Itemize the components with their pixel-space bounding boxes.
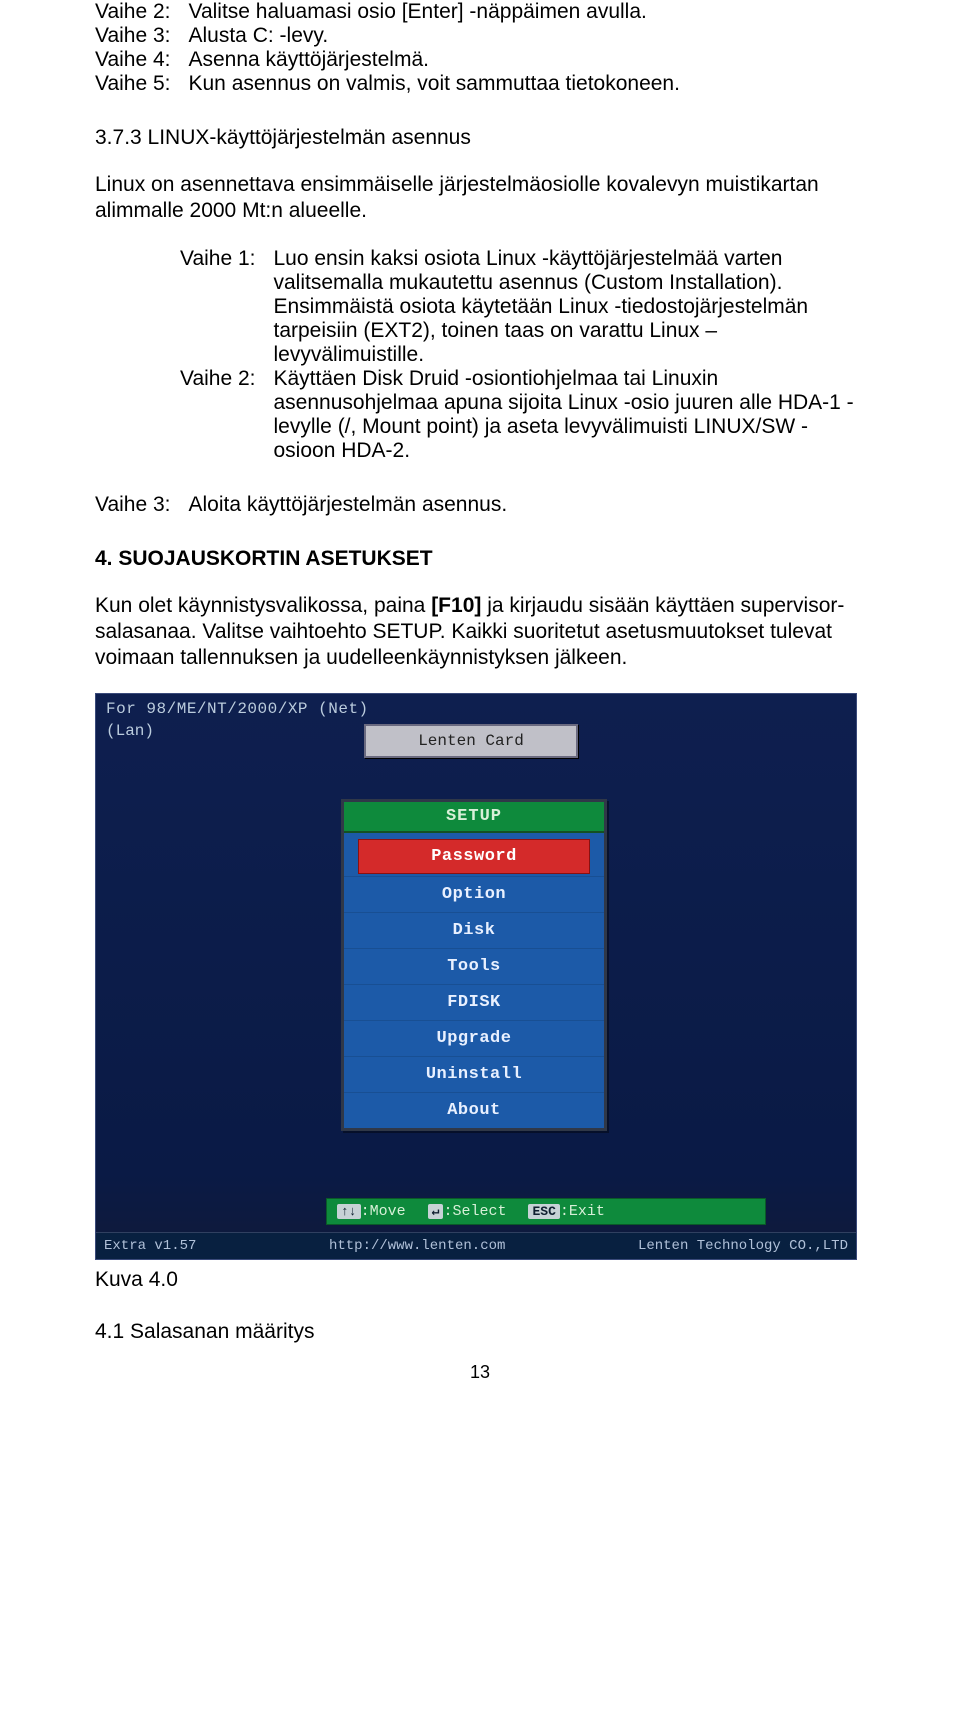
menu-item-fdisk[interactable]: FDISK (344, 984, 604, 1020)
intro-373: Linux on asennettava ensimmäiselle järje… (95, 172, 865, 225)
arrow-keys-icon: ↑↓ (337, 1204, 361, 1219)
setup-header: SETUP (344, 802, 604, 833)
bottom-bar: Extra v1.57 http://www.lenten.com Lenten… (96, 1232, 856, 1259)
step-text: Käyttäen Disk Druid -osiontiohjelmaa tai… (274, 367, 866, 463)
outer-step3: Vaihe 3: Aloita käyttöjärjestelmän asenn… (95, 493, 507, 517)
heading-41: 4.1 Salasanan määritys (95, 1320, 865, 1344)
help-select: ↵:Select (428, 1203, 507, 1220)
step-text: Luo ensin kaksi osiota Linux -käyttöjärj… (274, 247, 866, 367)
para-4: Kun olet käynnistysvalikossa, paina [F10… (95, 593, 865, 672)
menu-item-uninstall[interactable]: Uninstall (344, 1056, 604, 1092)
company-text: Lenten Technology CO.,LTD (638, 1238, 848, 1254)
help-exit: ESC:Exit (528, 1203, 604, 1220)
menu-item-disk[interactable]: Disk (344, 912, 604, 948)
step-text: Aloita käyttöjärjestelmän asennus. (189, 493, 508, 517)
version-text: Extra v1.57 (104, 1238, 196, 1254)
nested-steps: Vaihe 1: Luo ensin kaksi osiota Linux -k… (180, 247, 865, 463)
crt-topline: For 98/ME/NT/2000/XP (Net) (106, 700, 369, 718)
titlebar: Lenten Card (364, 724, 578, 758)
step-label: Vaihe 2: (95, 0, 189, 24)
bios-screenshot: For 98/ME/NT/2000/XP (Net) (Lan) Lenten … (95, 693, 857, 1260)
step-label: Vaihe 3: (95, 24, 189, 48)
para4-key: [F10] (431, 594, 481, 617)
esc-key-icon: ESC (528, 1204, 559, 1219)
page-number: 13 (95, 1362, 865, 1383)
setup-window: SETUP Password Option Disk Tools FDISK U… (341, 799, 607, 1131)
menu-item-upgrade[interactable]: Upgrade (344, 1020, 604, 1056)
top-steps: Vaihe 2: Valitse haluamasi osio [Enter] … (95, 0, 680, 96)
crt-lan: (Lan) (106, 722, 154, 740)
step-label: Vaihe 2: (180, 367, 274, 463)
step-label: Vaihe 5: (95, 72, 189, 96)
menu-item-about[interactable]: About (344, 1092, 604, 1128)
section-373-heading: 3.7.3 LINUX-käyttöjärjestelmän asennus (95, 126, 865, 150)
menu-item-tools[interactable]: Tools (344, 948, 604, 984)
menu-item-password[interactable]: Password (358, 839, 590, 874)
menu-item-option[interactable]: Option (344, 876, 604, 912)
step-label: Vaihe 1: (180, 247, 274, 367)
step-label: Vaihe 4: (95, 48, 189, 72)
figure-caption: Kuva 4.0 (95, 1268, 865, 1292)
step-text: Valitse haluamasi osio [Enter] -näppäime… (189, 0, 680, 24)
help-bar: ↑↓:Move ↵:Select ESC:Exit (326, 1198, 766, 1225)
step-text: Asenna käyttöjärjestelmä. (189, 48, 680, 72)
help-move: ↑↓:Move (337, 1203, 406, 1220)
url-text: http://www.lenten.com (226, 1238, 608, 1254)
enter-key-icon: ↵ (428, 1204, 444, 1219)
heading-4: 4. SUOJAUSKORTIN ASETUKSET (95, 547, 865, 571)
step-label: Vaihe 3: (95, 493, 189, 517)
step-text: Alusta C: -levy. (189, 24, 680, 48)
para4-pre: Kun olet käynnistysvalikossa, paina (95, 594, 431, 617)
step-text: Kun asennus on valmis, voit sammuttaa ti… (189, 72, 680, 96)
